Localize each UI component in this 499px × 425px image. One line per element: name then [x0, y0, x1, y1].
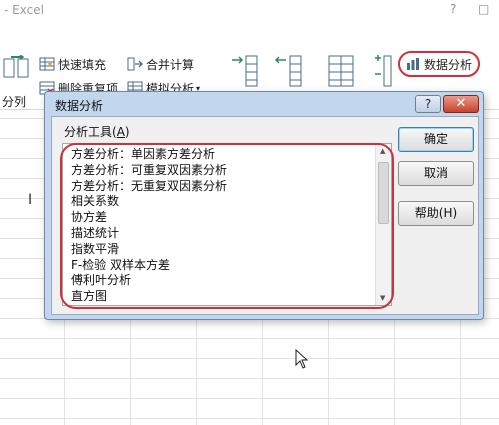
restore-icon[interactable]: □ — [478, 2, 489, 16]
mouse-pointer-icon — [295, 349, 309, 369]
subtotal-icon[interactable] — [326, 54, 356, 88]
consolidate-button[interactable]: 合并计算 — [127, 54, 194, 74]
flash-fill-label: 快速填充 — [58, 57, 107, 72]
dialog-title: 数据分析 — [55, 99, 104, 113]
list-item[interactable]: 方差分析：可重复双因素分析 — [63, 163, 375, 179]
text-cursor-icon: I — [28, 192, 33, 208]
list-scrollbar[interactable]: ▲ ▼ — [375, 144, 391, 305]
split-column-button[interactable]: 分列 — [0, 55, 38, 110]
scroll-up-icon[interactable]: ▲ — [380, 147, 385, 155]
list-item[interactable]: 相关系数 — [63, 194, 375, 210]
scroll-down-icon[interactable]: ▼ — [380, 294, 385, 302]
analysis-tools-listbox[interactable]: 方差分析：单因素方差分析 方差分析：可重复双因素分析 方差分析：无重复双因素分析… — [62, 143, 392, 306]
data-analysis-label: 数据分析 — [424, 57, 473, 72]
list-item[interactable]: 傅利叶分析 — [63, 273, 375, 289]
list-item[interactable]: F-检验 双样本方差 — [63, 258, 375, 274]
flash-fill-button[interactable]: 快速填充 — [39, 54, 106, 74]
app-title: - Excel — [4, 3, 44, 17]
data-analysis-icon — [407, 58, 419, 70]
cancel-button[interactable]: 取消 — [398, 161, 474, 186]
analysis-tools-label: 分析工具(A) — [64, 125, 130, 139]
title-bar: - Excel ? □ — [0, 0, 499, 22]
list-item[interactable]: 直方图 — [63, 289, 375, 305]
dialog-help-button[interactable]: ? — [415, 95, 441, 113]
flash-fill-icon — [39, 57, 55, 71]
data-analysis-button[interactable]: 数据分析 — [398, 51, 480, 77]
scroll-thumb[interactable] — [378, 162, 389, 224]
consolidate-icon — [127, 57, 143, 71]
analysis-tools-list: 方差分析：单因素方差分析 方差分析：可重复双因素分析 方差分析：无重复双因素分析… — [63, 144, 375, 305]
consolidate-label: 合并计算 — [146, 57, 195, 72]
dialog-close-button[interactable]: ✕ — [443, 95, 479, 113]
group-icon[interactable] — [230, 54, 260, 88]
list-item[interactable]: 指数平滑 — [63, 242, 375, 258]
list-item[interactable]: 方差分析：无重复双因素分析 — [63, 179, 375, 195]
show-detail-icon[interactable] — [372, 54, 392, 88]
data-analysis-dialog: 数据分析 ? ✕ 分析工具(A) 方差分析：单因素方差分析 方差分析：可重复双因… — [44, 91, 484, 320]
split-column-icon — [3, 55, 29, 78]
dialog-body: 分析工具(A) 方差分析：单因素方差分析 方差分析：可重复双因素分析 方差分析：… — [51, 116, 479, 315]
split-column-label: 分列 — [2, 95, 27, 109]
ungroup-icon[interactable] — [274, 54, 304, 88]
list-item[interactable]: 方差分析：单因素方差分析 — [63, 147, 375, 163]
help-icon[interactable]: ? — [450, 2, 456, 16]
ok-button[interactable]: 确定 — [398, 127, 474, 152]
help-button[interactable]: 帮助(H) — [398, 201, 474, 226]
list-item[interactable]: 描述统计 — [63, 226, 375, 242]
list-item[interactable]: 协方差 — [63, 210, 375, 226]
